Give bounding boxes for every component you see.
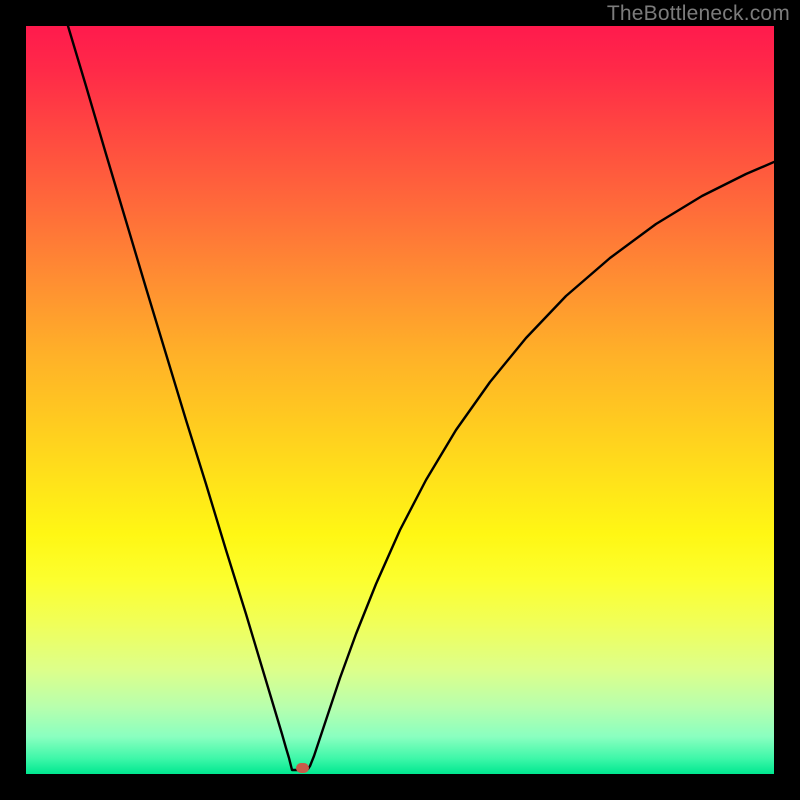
attribution-text: TheBottleneck.com: [607, 2, 790, 26]
minimum-marker: [296, 763, 309, 773]
plot-area: [26, 26, 774, 774]
bottleneck-curve: [26, 26, 774, 774]
chart-frame: TheBottleneck.com: [0, 0, 800, 800]
